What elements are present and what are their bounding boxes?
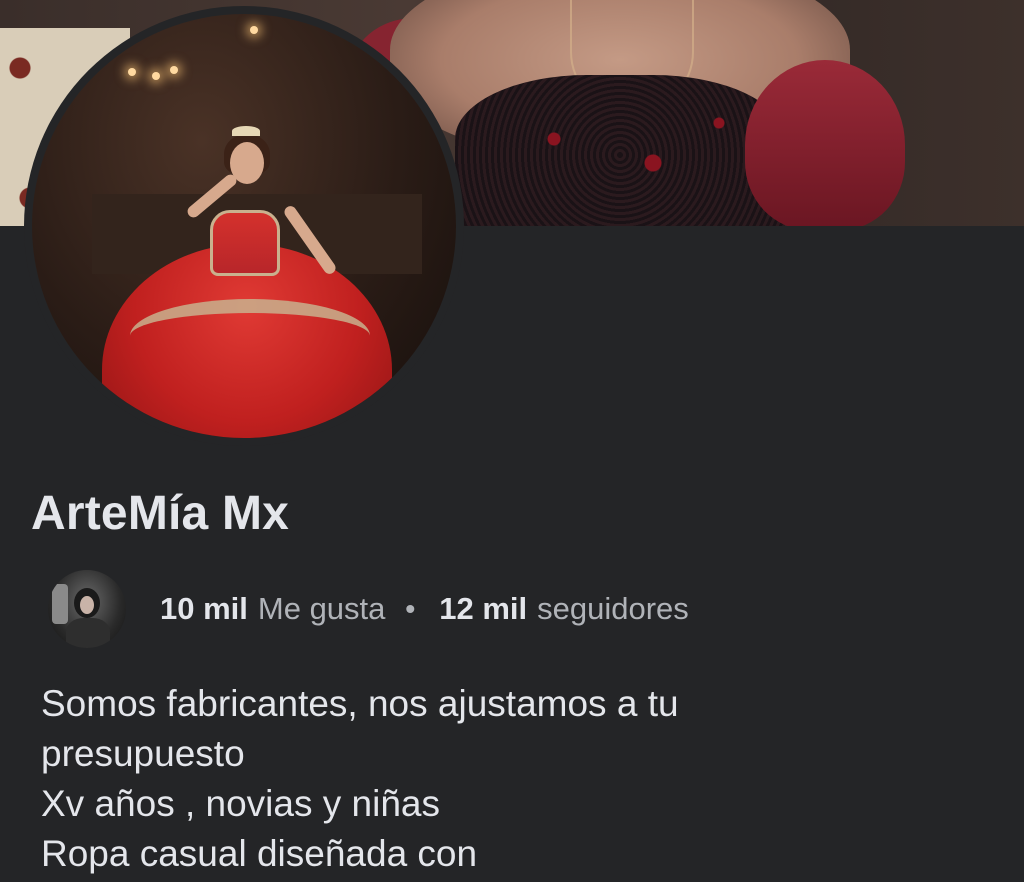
cover-photo-sleeve	[745, 60, 905, 226]
profile-picture-image	[32, 14, 456, 438]
avatar-face	[80, 596, 94, 614]
likes-label[interactable]: Me gusta	[258, 591, 386, 627]
light-decoration	[250, 26, 258, 34]
friend-avatar[interactable]	[48, 570, 126, 648]
figure-head	[230, 142, 264, 184]
avatar-decoration	[52, 584, 68, 624]
dress-bodice	[210, 210, 280, 276]
avatar-body	[66, 618, 110, 648]
dress-lace	[130, 299, 370, 373]
light-decoration	[170, 66, 178, 74]
bio-line: presupuesto	[41, 733, 245, 774]
cover-photo-bodice	[455, 75, 785, 226]
profile-page: ArteMía Mx 10 mil Me gusta • 12 mil segu…	[0, 0, 1024, 882]
likes-count[interactable]: 10 mil	[160, 591, 248, 627]
bio-line: Xv años , novias y niñas	[41, 783, 440, 824]
followers-label[interactable]: seguidores	[537, 591, 689, 627]
light-decoration	[152, 72, 160, 80]
bio-line: Somos fabricantes, nos ajustamos a tu	[41, 683, 679, 724]
tiara	[232, 126, 260, 136]
followers-count[interactable]: 12 mil	[439, 591, 527, 627]
stats-separator: •	[405, 593, 416, 624]
page-stats: 10 mil Me gusta • 12 mil seguidores	[48, 570, 689, 648]
profile-picture[interactable]	[24, 6, 464, 446]
light-decoration	[128, 68, 136, 76]
bio-line: Ropa casual diseñada con	[41, 833, 478, 874]
page-title: ArteMía Mx	[31, 487, 290, 540]
page-bio: Somos fabricantes, nos ajustamos a tu pr…	[41, 679, 1001, 879]
